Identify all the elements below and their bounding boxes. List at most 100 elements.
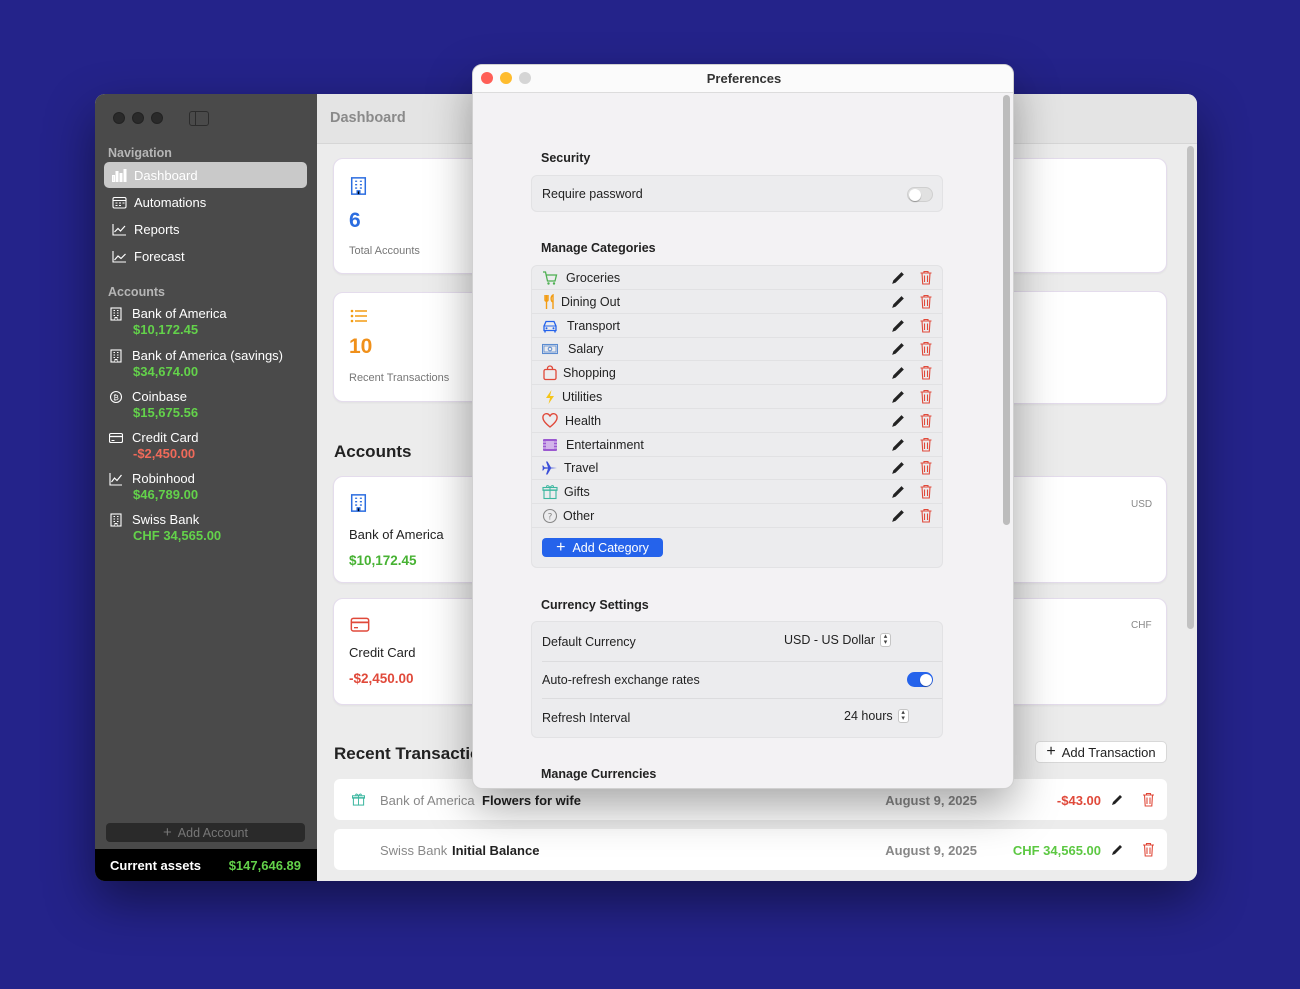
currency-tag: USD [1131,499,1153,510]
require-password-label: Require password [542,187,643,201]
transaction-description: Flowers for wife [482,793,581,808]
edit-icon[interactable] [891,414,905,428]
account-balance: $46,789.00 [133,487,199,502]
preferences-scrollbar[interactable] [1003,95,1010,525]
car-icon [543,320,557,333]
category-name: Utilities [562,390,603,404]
chevron-up-down-icon: ▴ ▾ [880,633,891,647]
svg-text:?: ? [548,513,553,523]
trash-icon[interactable] [919,365,933,380]
categories-group: Groceries Dining Out Transport Salary Shoppi… [531,265,943,568]
sidebar-item-dashboard[interactable]: Dashboard [104,162,307,188]
account-balance: $10,172.45 [133,322,199,337]
account-balance: $15,675.56 [133,405,199,420]
trash-icon[interactable] [919,437,933,452]
require-password-toggle[interactable] [907,187,933,202]
content-scrollbar[interactable] [1187,146,1194,629]
category-row-salary[interactable]: Salary [532,337,942,362]
chevron-up-down-icon: ▴ ▾ [897,709,909,723]
edit-icon[interactable] [891,366,905,380]
page-title: Dashboard [330,110,406,126]
edit-icon[interactable] [891,438,905,452]
refresh-interval-label: Refresh Interval [542,711,631,725]
close-window-button[interactable] [113,112,125,124]
trash-icon[interactable] [1142,842,1155,857]
bar-chart-icon [112,168,127,182]
sidebar-account-swiss-bank[interactable]: Swiss Bank CHF 34,565.00 [109,512,309,543]
default-currency-picker[interactable]: USD - US Dollar ▴ ▾ [784,633,891,647]
category-row-other[interactable]: ? Other [532,504,942,528]
category-row-utilities[interactable]: Utilities [532,385,942,409]
edit-icon[interactable] [891,509,905,523]
sidebar-account-robinhood[interactable]: Robinhood $46,789.00 [109,471,309,502]
recent-transactions-label: Recent Transactions [349,372,450,384]
currency-section-title: Currency Settings [541,598,649,612]
preferences-window: Preferences Security Require password Ma… [472,64,1014,789]
auto-refresh-label: Auto-refresh exchange rates [542,673,700,687]
fork-knife-icon [544,293,554,309]
credit-card-icon [350,617,370,632]
categories-section-title: Manage Categories [541,241,656,255]
refresh-interval-picker[interactable]: 24 hours ▴ ▾ [844,709,909,723]
trash-icon[interactable] [919,318,933,333]
add-transaction-button[interactable]: + Add Transaction [1035,741,1167,763]
transaction-row[interactable]: Swiss Bank Initial Balance August 9, 202… [334,829,1167,870]
edit-icon[interactable] [891,319,905,333]
trash-icon[interactable] [919,294,933,309]
trash-icon[interactable] [919,341,933,356]
edit-icon[interactable] [891,485,905,499]
gift-icon [542,485,558,500]
trash-icon[interactable] [1142,792,1155,807]
trash-icon[interactable] [919,508,933,523]
sidebar-item-forecast[interactable]: Forecast [104,243,307,269]
category-row-transport[interactable]: Transport [532,314,942,338]
minimize-window-button[interactable] [132,112,144,124]
plus-icon: + [1046,743,1056,760]
building-icon [350,494,367,512]
add-category-button[interactable]: + Add Category [542,538,663,557]
trash-icon[interactable] [919,389,933,404]
category-row-entertainment[interactable]: Entertainment [532,433,942,457]
category-row-gifts[interactable]: Gifts [532,480,942,505]
category-name: Salary [568,342,604,357]
trash-icon[interactable] [919,270,933,285]
stat-card [999,158,1167,273]
account-card-name: Credit Card [349,645,416,660]
category-name: Travel [564,461,599,476]
sidebar-account-bank-of-america-savings[interactable]: Bank of America (savings) $34,674.00 [109,348,309,379]
transaction-account: Swiss Bank [380,843,448,858]
account-card-balance: -$2,450.00 [349,671,414,686]
edit-icon[interactable] [891,271,905,285]
edit-icon[interactable] [891,390,905,404]
edit-icon[interactable] [891,461,905,475]
edit-icon[interactable] [1111,794,1123,806]
category-row-groceries[interactable]: Groceries [532,266,942,290]
transaction-description: Initial Balance [452,843,540,858]
edit-icon[interactable] [1111,844,1123,856]
trash-icon[interactable] [919,413,933,428]
edit-icon[interactable] [891,295,905,309]
sidebar-account-coinbase[interactable]: ₿ Coinbase $15,675.56 [109,389,309,420]
sidebar-account-credit-card[interactable]: Credit Card -$2,450.00 [109,430,309,461]
category-name: Transport [567,318,621,333]
toggle-knob [919,673,932,686]
sidebar-item-reports[interactable]: Reports [104,216,307,242]
category-row-dining-out[interactable]: Dining Out [532,290,942,314]
sidebar-item-automations[interactable]: Automations [104,189,307,215]
edit-icon[interactable] [891,342,905,356]
transaction-amount: CHF 34,565.00 [1012,843,1101,858]
category-row-shopping[interactable]: Shopping [532,361,942,386]
category-row-travel[interactable]: Travel [532,456,942,481]
trash-icon[interactable] [919,484,933,499]
airplane-icon [542,461,557,475]
sidebar: Navigation Dashboard Automations Reports… [95,94,317,881]
sidebar-account-bank-of-america[interactable]: Bank of America $10,172.45 [109,306,309,337]
zoom-window-button[interactable] [151,112,163,124]
category-row-health[interactable]: Health [532,409,942,433]
account-name: Bank of America [132,306,227,321]
account-name: Robinhood [132,471,195,486]
auto-refresh-toggle[interactable] [907,672,933,687]
trash-icon[interactable] [919,460,933,475]
sidebar-toggle-icon[interactable] [189,111,209,126]
add-account-button[interactable]: + Add Account [106,823,305,842]
